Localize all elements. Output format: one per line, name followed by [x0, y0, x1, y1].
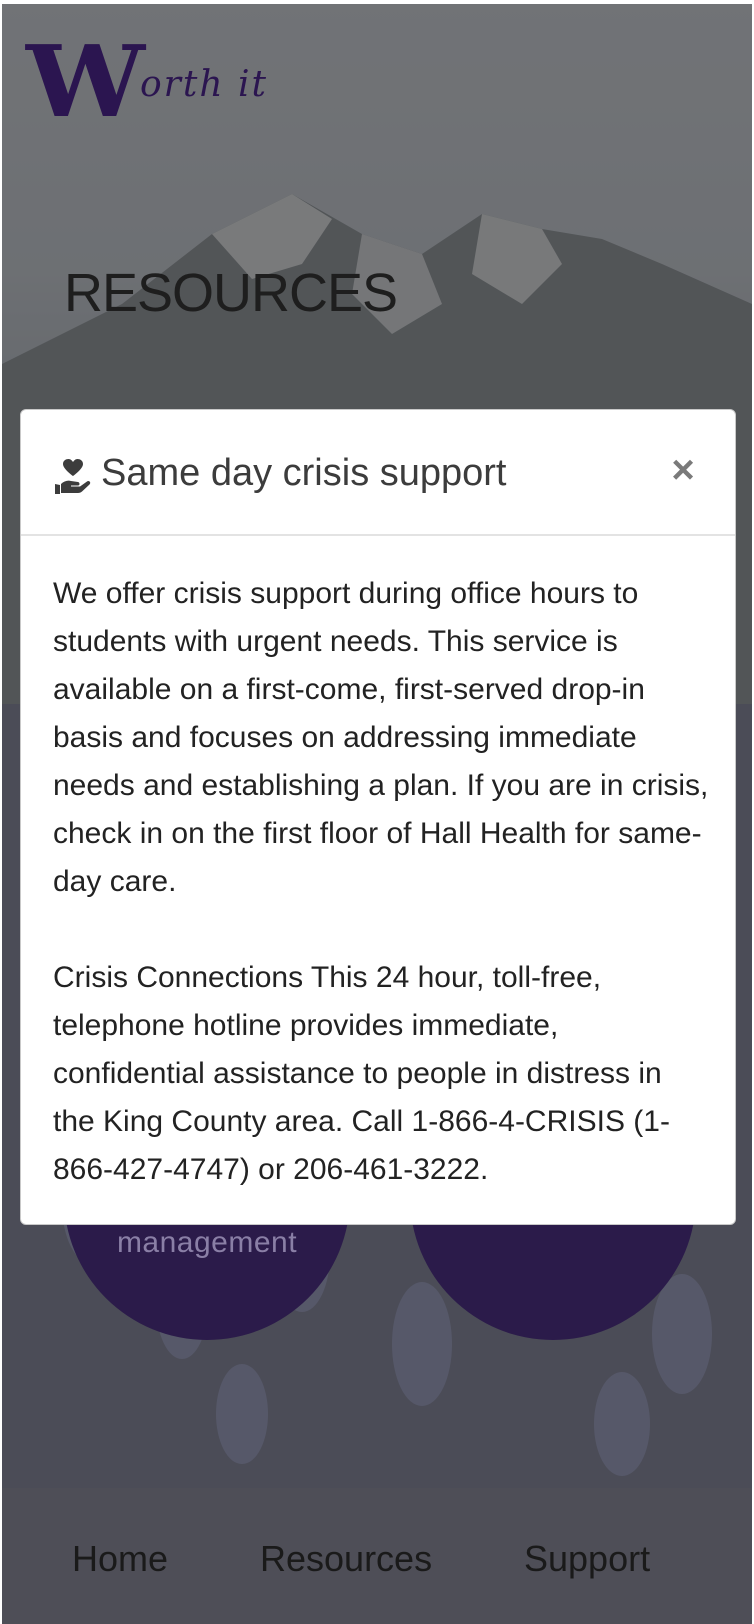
- modal-title: Same day crisis support: [101, 452, 507, 494]
- nav-resources-link[interactable]: Resources: [260, 1538, 432, 1580]
- page-title: RESOURCES: [64, 263, 398, 323]
- modal-paragraph-office-hours: We offer crisis support during office ho…: [53, 577, 709, 898]
- resource-tile-label: management: [116, 1226, 298, 1259]
- crisis-support-modal: Same day crisis support × We offer crisi…: [20, 409, 736, 1225]
- modal-body: We offer crisis support during office ho…: [21, 536, 735, 1194]
- modal-paragraph-crisis-connections: Crisis Connections This 24 hour, toll-fr…: [53, 961, 670, 1186]
- nav-home-link[interactable]: Home: [72, 1538, 168, 1580]
- logo-initial: W: [26, 25, 145, 140]
- bottom-navigation: Home Resources Support: [2, 1488, 752, 1624]
- site-logo[interactable]: W orth it: [26, 34, 286, 132]
- nav-support-link[interactable]: Support: [524, 1538, 650, 1580]
- logo-text: orth it: [140, 64, 268, 105]
- close-icon[interactable]: ×: [663, 450, 703, 490]
- modal-header: Same day crisis support ×: [21, 410, 735, 536]
- app-frame: W orth it RESOURCES management Home Reso…: [2, 4, 752, 1624]
- hand-holding-heart-icon: [53, 456, 93, 496]
